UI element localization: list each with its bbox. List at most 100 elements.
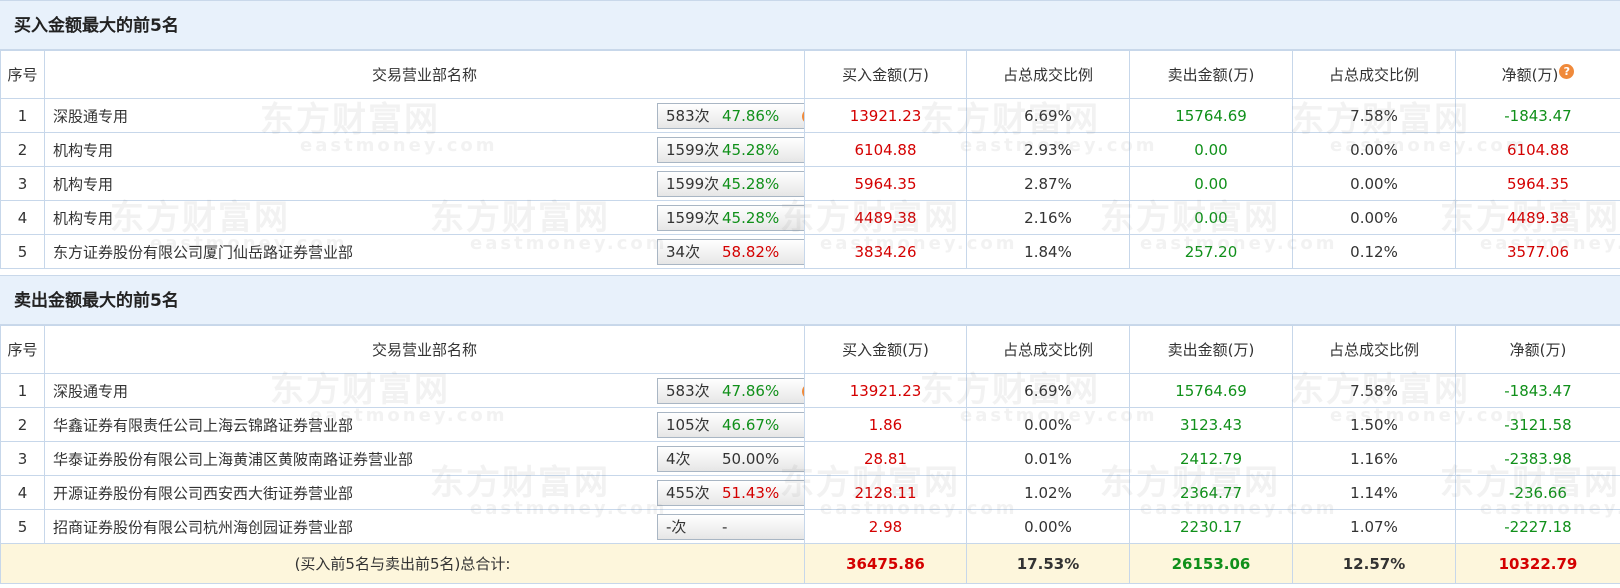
column-header: 占总成交比例 [1292,50,1456,99]
column-header: 买入金额(万) [804,50,967,99]
history-badge-button[interactable]: 1599次 45.28% [657,137,804,163]
help-icon[interactable]: ? [1559,64,1575,79]
buy-ratio: 6.69% [966,98,1130,133]
win-rate: 47.86% [722,382,780,400]
branch-cell: 华鑫证券有限责任公司上海云锦路证券营业部 105次 46.67% [44,407,805,442]
total-net: 10322.79 [1455,543,1620,584]
branch-name: 东方证券股份有限公司厦门仙岳路证券营业部 [53,243,354,261]
sell-ratio: 7.58% [1292,373,1456,408]
sell-ratio: 0.12% [1292,234,1456,269]
buy-amount: 28.81 [804,441,967,476]
win-rate: 47.86% [722,107,780,125]
dragon-tiger-list: 买入金额最大的前5名 序号 交易营业部名称 买入金额(万) 占总成交比例 卖出金额(万)… [0,0,1620,588]
listing-count: 1599次 [666,209,720,227]
total-row: (买入前5名与卖出前5名)总合计: 36475.86 17.53% 26153.… [0,543,1620,584]
history-badge-button[interactable]: 583次 47.86%? [657,103,804,129]
buy-amount: 13921.23 [804,98,967,133]
history-badge-button[interactable]: 1599次 45.28% [657,205,804,231]
buy-table: 序号 交易营业部名称 买入金额(万) 占总成交比例 卖出金额(万) 占总成交比例 净额(万)… [0,50,1620,269]
column-header-label: 交易营业部名称 [371,341,477,359]
win-rate: 51.43% [722,484,780,502]
win-rate: 45.28% [722,141,780,159]
row-index: 4 [0,200,45,235]
sell-amount: 0.00 [1129,132,1293,167]
win-rate: 45.28% [722,175,780,193]
history-badge-button[interactable]: 583次 47.86%? [657,378,804,404]
buy-ratio: 0.00% [966,509,1130,544]
column-header: 序号 [0,50,45,99]
sell-ratio: 0.00% [1292,132,1456,167]
sell-ratio: 1.50% [1292,407,1456,442]
branch-name: 招商证券股份有限公司杭州海创园证券营业部 [53,518,354,536]
history-badge-button[interactable]: 1599次 45.28% [657,171,804,197]
buy-amount: 5964.35 [804,166,967,201]
branch-name: 华鑫证券有限责任公司上海云锦路证券营业部 [53,416,354,434]
history-badge-button[interactable]: 105次 46.67% [657,412,804,438]
branch-name: 深股通专用 [53,107,129,125]
row-index: 2 [0,132,45,167]
net-amount: 5964.35 [1455,166,1620,201]
buy-section-title: 买入金额最大的前5名 [0,0,1620,50]
question-icon[interactable]: ? [802,109,804,124]
buy-ratio: 0.00% [966,407,1130,442]
column-header-label: 买入金额(万) [842,66,929,84]
table-row: 5 东方证券股份有限公司厦门仙岳路证券营业部 34次 58.82% 3834.26 1.8… [0,234,1620,269]
sell-amount: 2412.79 [1129,441,1293,476]
column-header-label: 净额(万) [1509,341,1567,359]
column-header: 卖出金额(万) [1129,50,1293,99]
question-icon[interactable]: ? [802,384,804,399]
column-header-label: 占总成交比例 [1002,66,1093,84]
net-amount: -2383.98 [1455,441,1620,476]
listing-count: 34次 [666,243,701,261]
history-badge-button[interactable]: 4次 50.00% [657,446,804,472]
branch-cell: 机构专用 1599次 45.28% [44,132,805,167]
listing-count: -次 [666,518,687,536]
branch-cell: 开源证券股份有限公司西安西大街证券营业部 455次 51.43% [44,475,805,510]
column-header-label: 序号 [7,66,38,84]
buy-amount: 2128.11 [804,475,967,510]
column-header: 净额(万)? [1455,50,1620,99]
sell-amount: 15764.69 [1129,373,1293,408]
sell-ratio: 1.07% [1292,509,1456,544]
listing-count: 583次 [666,107,710,125]
listing-count: 105次 [666,416,710,434]
history-badge-button[interactable]: 34次 58.82% [657,239,804,265]
buy-ratio: 2.16% [966,200,1130,235]
win-rate: 58.82% [722,243,780,261]
total-sell-pct: 12.57% [1292,543,1456,584]
row-index: 2 [0,407,45,442]
column-header: 占总成交比例 [966,50,1130,99]
buy-amount: 3834.26 [804,234,967,269]
column-header-label: 净额(万) [1501,66,1559,84]
table-row: 1 深股通专用 583次 47.86%?13921.236.69%15764.697.… [0,98,1620,133]
net-amount: -2227.18 [1455,509,1620,544]
branch-cell: 深股通专用 583次 47.86%? [44,98,805,133]
net-amount: -3121.58 [1455,407,1620,442]
table-row: 2 华鑫证券有限责任公司上海云锦路证券营业部 105次 46.67% 1.86 0.00%… [0,407,1620,442]
sell-ratio: 1.16% [1292,441,1456,476]
row-index: 1 [0,98,45,133]
column-header-label: 交易营业部名称 [371,66,477,84]
buy-amount: 2.98 [804,509,967,544]
branch-name: 机构专用 [53,141,114,159]
buy-amount: 4489.38 [804,200,967,235]
sell-ratio: 1.14% [1292,475,1456,510]
history-badge-button[interactable]: 455次 51.43% [657,480,804,506]
total-label: (买入前5名与卖出前5名)总合计: [0,543,805,584]
row-index: 5 [0,509,45,544]
branch-name: 开源证券股份有限公司西安西大街证券营业部 [53,484,354,502]
column-header: 序号 [0,325,45,374]
row-index: 3 [0,166,45,201]
row-index: 3 [0,441,45,476]
buy-ratio: 6.69% [966,373,1130,408]
history-badge-button[interactable]: -次 - [657,514,804,540]
column-header-label: 序号 [7,341,38,359]
column-header: 净额(万) [1455,325,1620,374]
sell-ratio: 7.58% [1292,98,1456,133]
row-index: 4 [0,475,45,510]
net-amount: -1843.47 [1455,373,1620,408]
listing-count: 583次 [666,382,710,400]
sell-amount: 0.00 [1129,166,1293,201]
branch-name: 华泰证券股份有限公司上海黄浦区黄陂南路证券营业部 [53,450,414,468]
listing-count: 455次 [666,484,710,502]
